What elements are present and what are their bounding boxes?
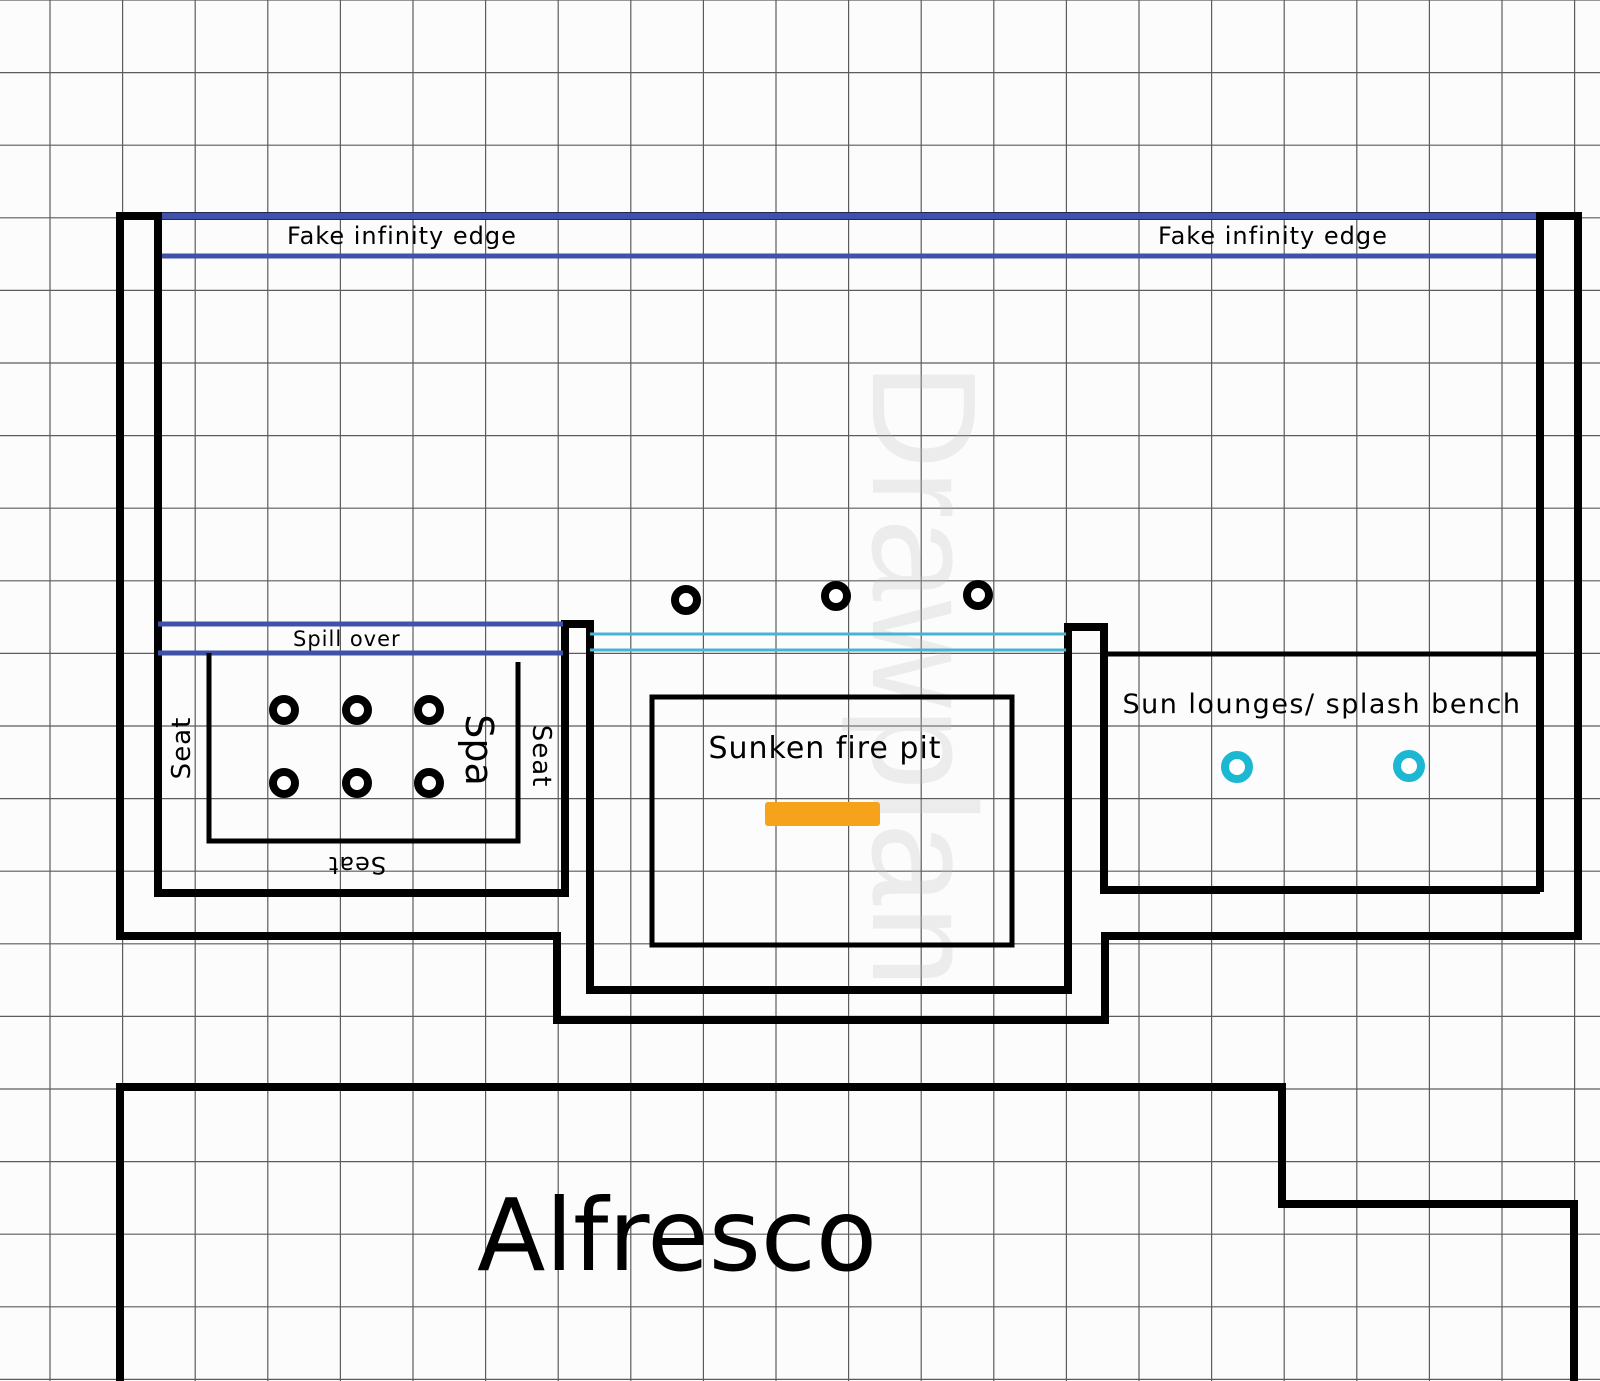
spa-label: Spa	[457, 714, 501, 786]
infinity-edge-label-right: Fake infinity edge	[1158, 222, 1388, 250]
pool-jet-icon	[963, 580, 993, 610]
sun-lounges-label: Sun lounges/ splash bench	[1122, 689, 1521, 720]
pool-jet-icon	[671, 585, 701, 615]
bench-jet-icon	[1393, 750, 1425, 782]
spa-jet-icon	[342, 768, 372, 798]
bench-jets	[1221, 750, 1425, 783]
spa-jet-icon	[342, 695, 372, 725]
seat-label-left: Seat	[167, 717, 197, 780]
bench-jet-icon	[1221, 751, 1253, 783]
pool-plan-canvas: Drawplan Fake infinity edge Fake infinit…	[0, 0, 1600, 1381]
fire-pit-burner	[765, 802, 880, 826]
seat-label-right: Seat	[526, 725, 556, 788]
spa-jet-icon	[414, 768, 444, 798]
spa-jet-icon	[269, 695, 299, 725]
seat-label-bottom: Seat	[328, 851, 386, 879]
fire-pit-label: Sunken fire pit	[708, 731, 941, 766]
spa-jet-icon	[269, 768, 299, 798]
alfresco-label: Alfresco	[477, 1177, 877, 1294]
spa-jet-icon	[414, 695, 444, 725]
watermark: Drawplan	[841, 362, 1006, 987]
spa-jets	[269, 695, 444, 798]
pool-jet-icon	[821, 581, 851, 611]
infinity-edge-label-left: Fake infinity edge	[287, 222, 517, 250]
spill-over-label: Spill over	[293, 627, 401, 651]
